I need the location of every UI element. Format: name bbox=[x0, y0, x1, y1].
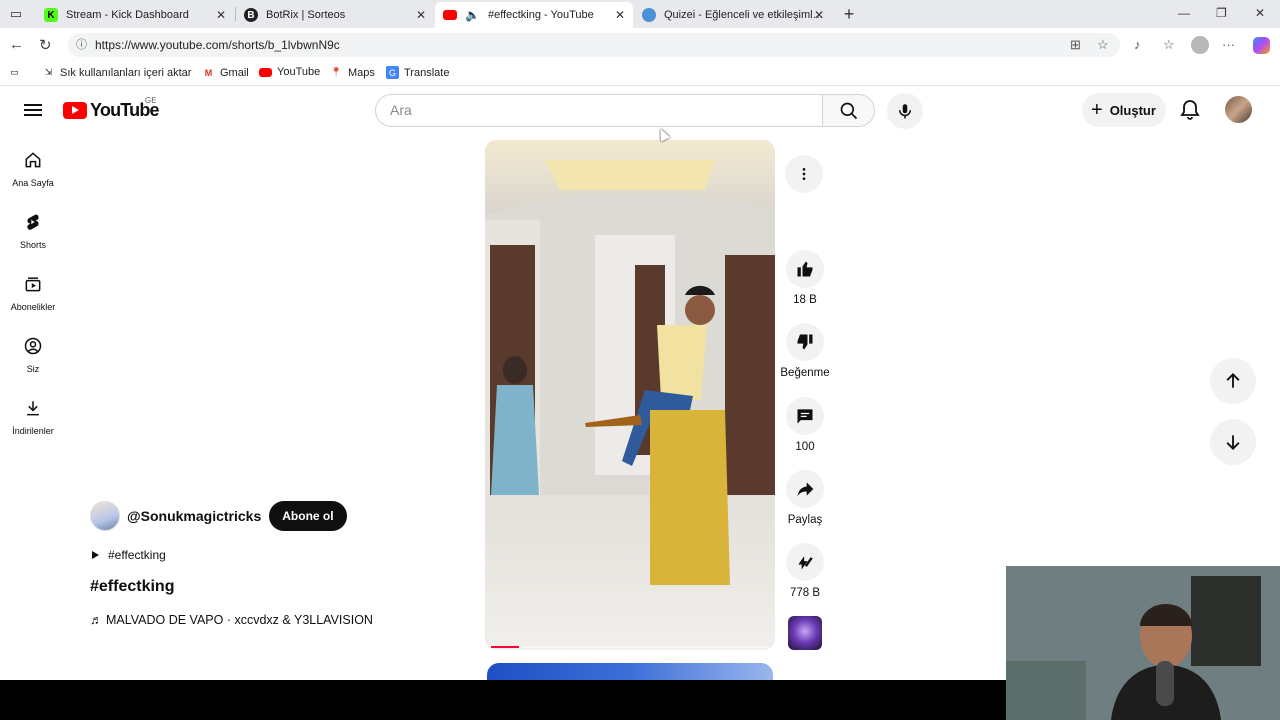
bookmark-translate[interactable]: G Translate bbox=[386, 66, 449, 79]
short-title: #effectking bbox=[90, 578, 175, 595]
youtube-logo[interactable]: YouTube GE bbox=[63, 96, 160, 121]
favorites-icon[interactable]: ☆ bbox=[1163, 37, 1175, 53]
share-button[interactable]: Paylaş bbox=[780, 470, 830, 526]
remix-icon bbox=[798, 556, 813, 570]
sidebar-item-you[interactable]: Siz bbox=[4, 328, 62, 390]
downloads-icon bbox=[27, 401, 39, 416]
search-icon bbox=[840, 102, 857, 119]
webcam-overlay bbox=[1006, 566, 1280, 720]
youtube-icon bbox=[443, 10, 457, 20]
sidebar-item-home[interactable]: Ana Sayfa bbox=[4, 142, 62, 204]
translate-icon: G bbox=[386, 66, 399, 79]
address-toolbar: ← ↻ ⓘ https://www.youtube.com/shorts/b_1… bbox=[0, 28, 1280, 62]
plus-icon: + bbox=[1091, 99, 1103, 121]
thumbs-down-icon bbox=[797, 334, 813, 350]
bookmark-gmail[interactable]: M Gmail bbox=[202, 66, 249, 79]
more-vertical-icon bbox=[802, 168, 806, 180]
shorts-icon bbox=[27, 214, 39, 230]
youtube-icon bbox=[259, 67, 272, 77]
channel-row: @Sonukmagictricks Abone ol bbox=[90, 501, 347, 531]
expand-triangle-icon bbox=[92, 551, 99, 559]
back-icon[interactable]: ← bbox=[9, 36, 24, 53]
comments-button[interactable]: 100 bbox=[780, 397, 830, 453]
gmail-icon: M bbox=[204, 67, 213, 78]
next-short-button[interactable] bbox=[1210, 419, 1256, 465]
read-aloud-icon[interactable]: ♪ bbox=[1134, 37, 1141, 52]
mic-icon bbox=[899, 104, 911, 119]
youtube-play-icon bbox=[63, 102, 87, 119]
maximize-button[interactable]: ❐ bbox=[1216, 6, 1227, 20]
tab-actions-icon[interactable]: ▭ bbox=[7, 5, 25, 23]
subscriptions-icon bbox=[25, 277, 41, 292]
close-icon[interactable]: ✕ bbox=[615, 8, 625, 22]
copilot-icon[interactable] bbox=[1253, 37, 1270, 54]
more-options-button[interactable] bbox=[785, 155, 823, 193]
account-avatar[interactable] bbox=[1225, 96, 1252, 123]
search-input[interactable]: Ara bbox=[375, 94, 823, 127]
video-progress-bar[interactable] bbox=[491, 646, 769, 648]
like-button[interactable]: 18 B bbox=[780, 250, 830, 306]
browser-tab-bar: ▭ K Stream - Kick Dashboard ✕ B BotRix |… bbox=[0, 0, 1280, 28]
sidebar-item-shorts[interactable]: Shorts bbox=[4, 204, 62, 266]
arrow-up-icon bbox=[1226, 373, 1240, 388]
reload-icon[interactable]: ↻ bbox=[39, 36, 52, 54]
app-icon[interactable]: ⊞ bbox=[1070, 37, 1081, 53]
kick-icon: K bbox=[44, 8, 58, 22]
favorite-star-icon[interactable]: ☆ bbox=[1097, 37, 1109, 53]
bookmark-youtube[interactable]: YouTube bbox=[259, 66, 320, 78]
import-icon: ⇲ bbox=[44, 67, 53, 77]
tab-youtube[interactable]: 🔈 #effectking - YouTube ✕ bbox=[435, 2, 633, 28]
search-button[interactable] bbox=[822, 94, 875, 127]
tab-botrix[interactable]: B BotRix | Sorteos ✕ bbox=[236, 2, 434, 28]
bookmark-import[interactable]: ⇲ Sık kullanılanları içeri aktar bbox=[42, 66, 192, 79]
webcam-image bbox=[1006, 566, 1280, 720]
create-button[interactable]: + Oluştur bbox=[1082, 93, 1166, 127]
more-menu-icon[interactable]: ··· bbox=[1222, 37, 1235, 52]
close-icon[interactable]: ✕ bbox=[216, 8, 226, 22]
address-input[interactable]: ⓘ https://www.youtube.com/shorts/b_1lvbw… bbox=[68, 33, 1120, 57]
short-video-player[interactable] bbox=[485, 140, 775, 650]
remix-button[interactable]: 778 B bbox=[780, 543, 830, 599]
sidebar: Ana Sayfa Shorts Abonelikler Siz İndiril… bbox=[4, 142, 62, 452]
sidebar-item-downloads[interactable]: İndirilenler bbox=[4, 390, 62, 452]
tab-quizei[interactable]: Quizei - Eğlenceli ve etkileşimli qu ✕ bbox=[634, 2, 832, 28]
music-credit[interactable]: ♬ MALVADO DE VAPO · xccvdxz & Y3LLAVISIO… bbox=[90, 613, 373, 627]
dislike-button[interactable]: Beğenme bbox=[780, 323, 830, 379]
arrow-down-icon bbox=[1226, 435, 1240, 450]
bookmark-menu-icon[interactable]: ▭ bbox=[8, 66, 26, 79]
sidebar-item-subscriptions[interactable]: Abonelikler bbox=[4, 266, 62, 328]
maps-icon: 📍 bbox=[330, 67, 343, 77]
share-icon bbox=[797, 482, 814, 497]
close-window-button[interactable]: ✕ bbox=[1255, 6, 1265, 20]
new-tab-button[interactable]: + bbox=[840, 4, 858, 24]
notifications-bell-icon[interactable] bbox=[1178, 98, 1202, 122]
channel-avatar[interactable] bbox=[90, 501, 120, 531]
you-icon bbox=[24, 337, 42, 355]
minimize-button[interactable]: — bbox=[1178, 6, 1190, 20]
video-frame bbox=[485, 140, 775, 650]
voice-search-button[interactable] bbox=[887, 93, 923, 129]
sound-thumbnail[interactable] bbox=[788, 616, 822, 650]
hamburger-menu-icon[interactable] bbox=[22, 99, 44, 121]
subscribe-button[interactable]: Abone ol bbox=[269, 501, 347, 531]
hashtag-row[interactable]: #effectking bbox=[92, 548, 166, 562]
tab-kick[interactable]: K Stream - Kick Dashboard ✕ bbox=[36, 2, 234, 28]
lock-icon: ⓘ bbox=[76, 39, 87, 51]
bookmark-maps[interactable]: 📍 Maps bbox=[330, 66, 375, 79]
home-icon bbox=[25, 152, 41, 168]
profile-icon[interactable] bbox=[1191, 36, 1209, 54]
thumbs-up-icon bbox=[797, 261, 813, 277]
speaker-icon[interactable]: 🔈 bbox=[465, 8, 480, 22]
quizei-icon bbox=[642, 8, 656, 22]
close-icon[interactable]: ✕ bbox=[814, 8, 824, 22]
bookmarks-bar: ▭ ⇲ Sık kullanılanları içeri aktar M Gma… bbox=[0, 62, 1280, 86]
botrix-icon: B bbox=[244, 8, 258, 22]
channel-name[interactable]: @Sonukmagictricks bbox=[127, 508, 261, 524]
previous-short-button[interactable] bbox=[1210, 358, 1256, 404]
comment-icon bbox=[797, 409, 813, 424]
close-icon[interactable]: ✕ bbox=[416, 8, 426, 22]
